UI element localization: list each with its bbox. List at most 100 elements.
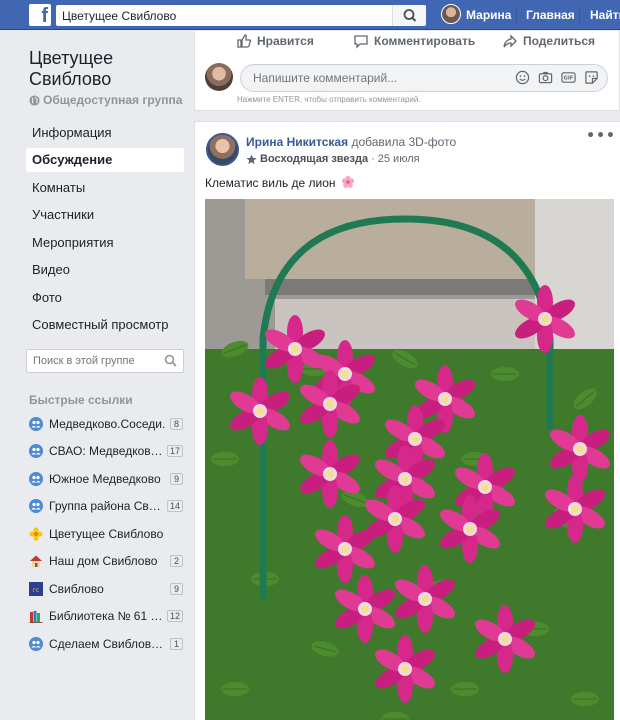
comment-composer: GIF: [205, 61, 613, 93]
quick-link[interactable]: Библиотека № 61 на ... 12: [29, 607, 183, 625]
group-title[interactable]: Цветущее Свиблово: [29, 48, 189, 90]
comment-button[interactable]: Комментировать: [353, 31, 475, 51]
nav-item-photos[interactable]: Фото: [26, 286, 184, 310]
emoji-icon[interactable]: [515, 70, 530, 85]
post-card: Ирина Никитская добавила 3D-фото Восходя…: [194, 121, 620, 720]
nav-item-members[interactable]: Участники: [26, 203, 184, 227]
member-badge[interactable]: Восходящая звезда: [260, 153, 368, 165]
search-icon[interactable]: [164, 354, 177, 367]
top-bar: f Марина Главная Найти: [0, 0, 620, 30]
books-icon: [29, 609, 43, 623]
quick-link[interactable]: СВАО: Медведково, ... 17: [29, 442, 183, 460]
quick-link-label: Южное Медведково: [49, 472, 161, 486]
separator: ·: [371, 153, 375, 165]
previous-post-footer: Нравится Комментировать Поделиться GIF Н…: [194, 31, 620, 111]
global-search: [56, 5, 426, 26]
commenter-avatar: [205, 63, 233, 91]
group-icon: [29, 499, 43, 513]
author-name[interactable]: Ирина Никитская: [246, 135, 348, 149]
post-photo[interactable]: [205, 199, 614, 720]
group-icon: [29, 472, 43, 486]
share-icon: [503, 34, 517, 48]
comment-label: Комментировать: [374, 34, 476, 48]
quick-link[interactable]: Сделаем Свиблово лу... 1: [29, 635, 183, 653]
divider: [579, 7, 580, 23]
group-type-label: Общедоступная группа: [43, 93, 183, 107]
quick-link[interactable]: Наш дом Свиблово 2: [29, 552, 183, 570]
group-search: [26, 349, 184, 373]
house-icon: [29, 554, 43, 568]
gif-icon[interactable]: GIF: [561, 70, 576, 85]
quick-link-count: 1: [170, 638, 183, 650]
nav-item-rooms[interactable]: Комнаты: [26, 176, 184, 200]
quick-link[interactable]: Южное Медведково 9: [29, 470, 183, 488]
comment-hint: Нажмите ENTER, чтобы отправить комментар…: [237, 95, 421, 104]
like-label: Нравится: [257, 34, 314, 48]
quick-link-label: СВАО: Медведково, ...: [49, 444, 163, 458]
divider: [516, 7, 517, 23]
quick-link-count: 2: [170, 555, 183, 567]
quick-link-label: Сделаем Свиблово лу...: [49, 637, 166, 651]
nav-item-discussion[interactable]: Обсуждение: [26, 148, 184, 172]
post-header: Ирина Никитская добавила 3D-фото: [246, 135, 456, 149]
group-search-input[interactable]: [27, 350, 157, 372]
search-button[interactable]: [392, 5, 426, 26]
comment-box: GIF: [240, 64, 608, 92]
quick-link[interactable]: Цветущее Свиблово: [29, 525, 183, 543]
post-text: Клематис виль де лион: [205, 175, 355, 190]
emblem-icon: гс: [29, 582, 43, 596]
quick-link-label: Наш дом Свиблово: [49, 554, 158, 568]
flower-icon: [29, 527, 43, 541]
camera-icon[interactable]: [538, 70, 553, 85]
quick-link-label: Свиблово: [49, 582, 104, 596]
group-icon: [29, 637, 43, 651]
profile-link[interactable]: Марина: [466, 8, 511, 22]
global-search-input[interactable]: [56, 5, 386, 26]
post-action-text: добавила 3D-фото: [351, 135, 457, 149]
search-icon: [403, 9, 417, 22]
quick-links-heading: Быстрые ссылки: [29, 393, 133, 407]
rising-star-icon: [246, 153, 257, 164]
nav-item-watch-party[interactable]: Совместный просмотр: [26, 313, 184, 337]
group-icon: [29, 444, 43, 458]
nav-item-videos[interactable]: Видео: [26, 258, 184, 282]
quick-link-count: 12: [166, 610, 183, 622]
user-avatar[interactable]: [441, 4, 461, 24]
sticker-icon[interactable]: [584, 70, 599, 85]
svg-text:GIF: GIF: [564, 76, 574, 82]
left-sidebar: Цветущее Свиблово Общедоступная группа И…: [0, 31, 194, 720]
home-link[interactable]: Главная: [526, 8, 575, 22]
nav-item-events[interactable]: Мероприятия: [26, 231, 184, 255]
like-button[interactable]: Нравится: [236, 31, 314, 51]
post-date[interactable]: 25 июля: [378, 153, 420, 165]
quick-link-count: 9: [170, 583, 183, 595]
post-caption: Клематис виль де лион: [205, 176, 336, 190]
comment-input[interactable]: [241, 65, 501, 91]
author-avatar[interactable]: [206, 133, 239, 166]
quick-link[interactable]: гс Свиблово 9: [29, 580, 183, 598]
thumbs-up-icon: [237, 34, 252, 48]
nav-item-info[interactable]: Информация: [26, 121, 184, 145]
quick-link-label: Цветущее Свиблово: [49, 527, 164, 541]
share-button[interactable]: Поделиться: [502, 31, 595, 51]
comment-icon: [354, 35, 368, 49]
svg-text:гс: гс: [33, 587, 39, 594]
quick-link-count: 9: [170, 473, 183, 485]
group-privacy: Общедоступная группа: [29, 93, 182, 107]
quick-link-count: 8: [170, 418, 183, 430]
post-meta: Восходящая звезда · 25 июля: [246, 153, 420, 165]
share-label: Поделиться: [523, 34, 596, 48]
quick-link-count: 14: [166, 500, 183, 512]
quick-link[interactable]: Группа района Свибл... 14: [29, 497, 183, 515]
group-icon: [29, 417, 43, 431]
find-friends-link[interactable]: Найти: [590, 8, 620, 22]
facebook-logo-icon[interactable]: f: [29, 4, 51, 27]
more-options-button[interactable]: •••: [586, 128, 616, 144]
quick-link-count: 17: [166, 445, 183, 457]
quick-link-label: Группа района Свибл...: [49, 499, 163, 513]
blossom-icon: [341, 175, 354, 188]
clematis-photo: [205, 199, 614, 720]
globe-icon: [29, 94, 40, 106]
quick-link-label: Библиотека № 61 на ...: [49, 609, 163, 623]
quick-link[interactable]: Медведково.Соседи. 8: [29, 415, 183, 433]
